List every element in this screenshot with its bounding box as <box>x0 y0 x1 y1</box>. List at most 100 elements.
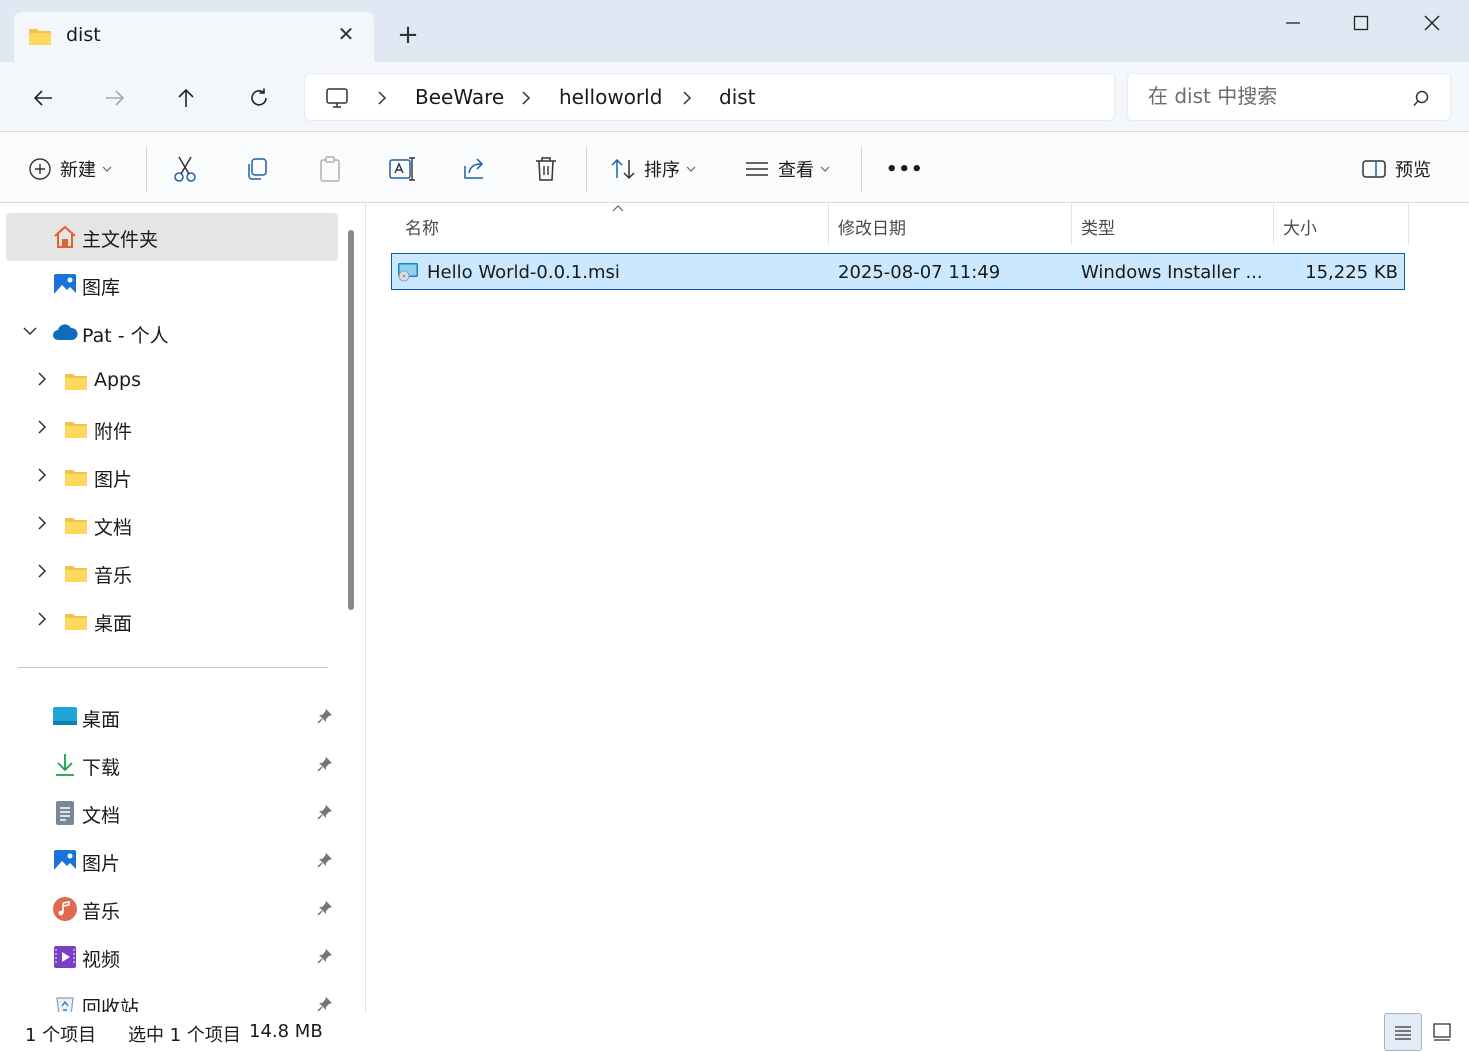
arrow-left-icon <box>33 90 52 106</box>
tiles-view-button[interactable] <box>1423 1013 1461 1051</box>
refresh-button[interactable] <box>241 80 277 116</box>
back-button[interactable] <box>25 80 61 116</box>
address-bar[interactable]: BeeWare helloworld dist <box>304 73 1115 121</box>
sidebar-item-apps[interactable]: Apps <box>6 357 338 405</box>
maximize-button[interactable] <box>1338 8 1384 38</box>
preview-pane-button[interactable]: 预览 <box>1361 149 1431 189</box>
copy-button[interactable] <box>244 149 270 189</box>
sidebar-divider <box>18 667 328 668</box>
forward-button[interactable] <box>97 80 133 116</box>
pin-icon[interactable] <box>316 707 334 725</box>
tab-dist[interactable]: dist ✕ <box>14 12 374 62</box>
navigation-pane[interactable]: 主文件夹 图库 Pat - 个人 Apps 附件 图片 文档 音乐 桌面 桌面 … <box>0 204 366 1012</box>
column-header-size[interactable]: 大小 <box>1283 204 1403 246</box>
sidebar-scrollbar[interactable] <box>348 230 354 610</box>
chevron-right-icon[interactable] <box>519 88 533 108</box>
pin-icon[interactable] <box>316 851 334 869</box>
breadcrumb-dist[interactable]: dist <box>719 85 756 109</box>
sidebar-item-documents[interactable]: 文档 <box>6 789 338 837</box>
column-separator[interactable] <box>828 204 829 244</box>
sidebar-item-home[interactable]: 主文件夹 <box>6 213 338 261</box>
file-list[interactable]: 名称 修改日期 类型 大小 Hello World-0.0.1.msi 2025… <box>367 204 1469 1012</box>
sidebar-item-label: 文档 <box>94 517 133 539</box>
new-tab-button[interactable]: + <box>394 22 422 50</box>
sidebar-item-desktop[interactable]: 桌面 <box>6 693 338 741</box>
sidebar-item-pictures[interactable]: 图片 <box>6 837 338 885</box>
search-input[interactable] <box>1148 84 1408 108</box>
new-button[interactable]: 新建 <box>28 149 112 189</box>
chevron-right-icon[interactable] <box>34 419 50 435</box>
desktop-icon <box>53 707 77 725</box>
breadcrumb-beeware[interactable]: BeeWare <box>415 85 504 109</box>
sidebar-item-music[interactable]: 音乐 <box>6 885 338 933</box>
arrow-up-icon <box>178 88 194 107</box>
home-icon <box>54 225 76 248</box>
chevron-right-icon[interactable] <box>34 467 50 483</box>
pin-icon[interactable] <box>316 899 334 917</box>
pin-icon[interactable] <box>316 947 334 965</box>
sidebar-item-pictures-cloud[interactable]: 图片 <box>6 453 338 501</box>
pin-icon[interactable] <box>316 995 334 1012</box>
toolbar-divider <box>861 146 862 192</box>
rename-button[interactable] <box>388 149 416 189</box>
chevron-down-icon <box>686 166 696 172</box>
pin-icon[interactable] <box>316 755 334 773</box>
column-header-type[interactable]: 类型 <box>1081 204 1271 246</box>
delete-button[interactable] <box>533 149 559 189</box>
column-separator[interactable] <box>1408 204 1409 244</box>
sidebar-item-label: 桌面 <box>82 709 121 731</box>
breadcrumb-helloworld[interactable]: helloworld <box>559 85 662 109</box>
chevron-right-icon[interactable] <box>680 88 694 108</box>
close-window-button[interactable] <box>1409 8 1455 38</box>
tab-title: dist <box>66 24 101 46</box>
folder-icon <box>65 614 87 630</box>
chevron-right-icon[interactable] <box>34 371 50 387</box>
sidebar-item-music-cloud[interactable]: 音乐 <box>6 549 338 597</box>
folder-icon <box>65 518 87 534</box>
sidebar-item-videos[interactable]: 视频 <box>6 933 338 981</box>
folder-icon <box>65 422 87 438</box>
chevron-right-icon[interactable] <box>375 88 389 108</box>
pin-icon[interactable] <box>316 803 334 821</box>
column-separator[interactable] <box>1071 204 1072 244</box>
sidebar-item-downloads[interactable]: 下载 <box>6 741 338 789</box>
minimize-button[interactable] <box>1270 8 1316 38</box>
sidebar-item-documents-cloud[interactable]: 文档 <box>6 501 338 549</box>
share-button[interactable] <box>461 149 487 189</box>
view-button[interactable]: 查看 <box>744 149 830 189</box>
column-separator[interactable] <box>1273 204 1274 244</box>
details-view-button[interactable] <box>1384 1013 1422 1051</box>
sort-button[interactable]: 排序 <box>610 149 696 189</box>
sidebar-item-onedrive[interactable]: Pat - 个人 <box>6 309 338 357</box>
cut-button[interactable] <box>172 149 198 189</box>
sidebar-item-label: 附件 <box>94 421 133 443</box>
tiles-view-icon <box>1433 1023 1451 1041</box>
paste-button[interactable] <box>317 149 343 189</box>
msi-installer-icon <box>398 263 418 282</box>
table-row[interactable]: Hello World-0.0.1.msi 2025-08-07 11:49 W… <box>391 253 1405 290</box>
more-icon: ••• <box>886 158 924 180</box>
sidebar-item-attachments[interactable]: 附件 <box>6 405 338 453</box>
up-button[interactable] <box>168 80 204 116</box>
column-header-label: 修改日期 <box>838 219 906 239</box>
sidebar-item-gallery[interactable]: 图库 <box>6 261 338 309</box>
more-options-button[interactable]: ••• <box>886 149 924 189</box>
search-box[interactable] <box>1127 73 1451 121</box>
close-tab-icon[interactable]: ✕ <box>334 22 358 46</box>
chevron-right-icon[interactable] <box>34 611 50 627</box>
column-header-name[interactable]: 名称 <box>405 204 825 246</box>
chevron-down-icon[interactable] <box>22 323 38 339</box>
address-bar-row: BeeWare helloworld dist <box>0 62 1469 132</box>
sidebar-item-desktop-cloud[interactable]: 桌面 <box>6 597 338 645</box>
chevron-right-icon[interactable] <box>34 515 50 531</box>
status-bar: 1 个项目 选中 1 个项目 14.8 MB <box>0 1012 1469 1052</box>
selected-size: 14.8 MB <box>249 1021 323 1042</box>
column-header-date[interactable]: 修改日期 <box>838 204 1068 246</box>
plus-circle-icon <box>29 158 51 180</box>
search-icon[interactable] <box>1412 90 1430 108</box>
chevron-right-icon[interactable] <box>34 563 50 579</box>
rename-icon <box>389 157 415 181</box>
sidebar-item-recycle-bin[interactable]: 回收站 <box>6 981 338 1012</box>
sidebar-item-label: 音乐 <box>94 565 133 587</box>
column-header-label: 名称 <box>405 219 439 239</box>
